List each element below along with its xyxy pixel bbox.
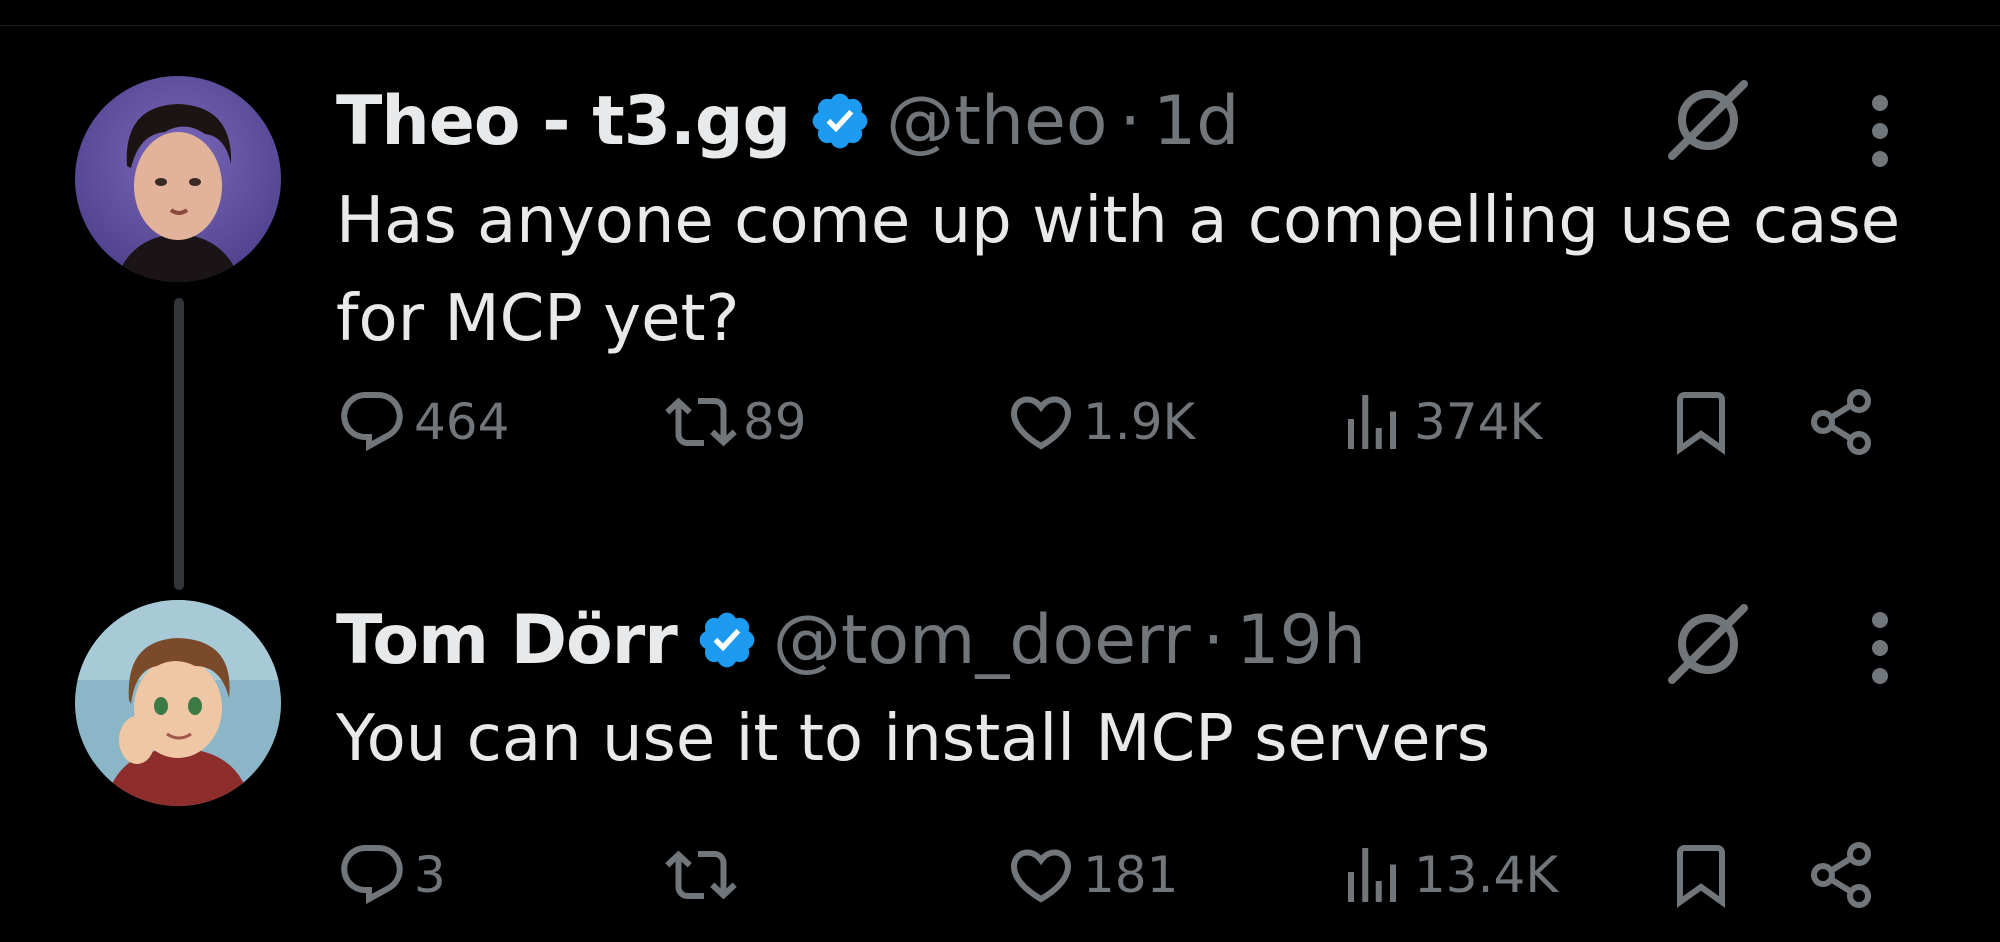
reply-count: 3 [414,846,446,904]
retweet-button[interactable] [665,839,743,911]
like-button[interactable]: 1.9K [1005,386,1195,458]
top-divider [0,25,2000,26]
author-name[interactable]: Theo - t3.gg [336,82,791,161]
verified-badge-icon [812,93,868,149]
bookmark-icon [1677,392,1725,455]
reply-button[interactable]: 464 [336,386,509,458]
retweet-button[interactable]: 89 [665,386,807,458]
reply-icon [341,845,403,905]
bookmark-button[interactable] [1665,839,1743,911]
author-handle[interactable]: @tom_doerr [773,601,1191,680]
tweet-text: You can use it to install MCP servers [336,702,1491,776]
tweet-header: Tom Dörr @tom_doerr · 19h [336,600,1366,680]
grok-icon[interactable] [1660,72,1756,168]
more-icon[interactable] [1860,91,1900,171]
verified-badge-icon [699,612,755,668]
tweet-text: Has anyone come up with a compelling use… [336,184,1901,356]
retweet-icon [665,850,737,900]
timestamp[interactable]: 1d [1153,82,1239,161]
heart-icon [1010,396,1072,450]
views-button[interactable]: 13.4K [1336,839,1558,911]
view-count: 13.4K [1414,846,1559,904]
author-name[interactable]: Tom Dörr [336,601,678,680]
grok-icon[interactable] [1660,596,1756,692]
bookmark-button[interactable] [1665,386,1743,458]
separator-dot: · [1202,600,1225,680]
separator-dot: · [1119,81,1142,161]
like-button[interactable]: 181 [1005,839,1178,911]
retweet-icon [665,397,737,447]
avatar[interactable] [75,76,281,282]
share-button[interactable] [1805,386,1883,458]
views-icon [1348,848,1396,902]
bookmark-icon [1677,845,1725,908]
like-count: 181 [1083,846,1179,904]
view-count: 374K [1414,393,1543,451]
heart-icon [1010,849,1072,903]
views-button[interactable]: 374K [1336,386,1542,458]
timestamp[interactable]: 19h [1236,601,1366,680]
reply-count: 464 [414,393,510,451]
avatar[interactable] [75,600,281,806]
share-icon [1811,389,1871,455]
thread-connector-line [174,298,184,590]
views-icon [1348,395,1396,449]
author-handle[interactable]: @theo [886,82,1107,161]
reply-button[interactable]: 3 [336,839,446,911]
reply-icon [341,392,403,452]
more-icon[interactable] [1860,608,1900,688]
share-icon [1811,842,1871,908]
tweet-header: Theo - t3.gg @theo · 1d [336,81,1239,161]
retweet-count: 89 [743,393,807,451]
like-count: 1.9K [1083,393,1196,451]
share-button[interactable] [1805,839,1883,911]
